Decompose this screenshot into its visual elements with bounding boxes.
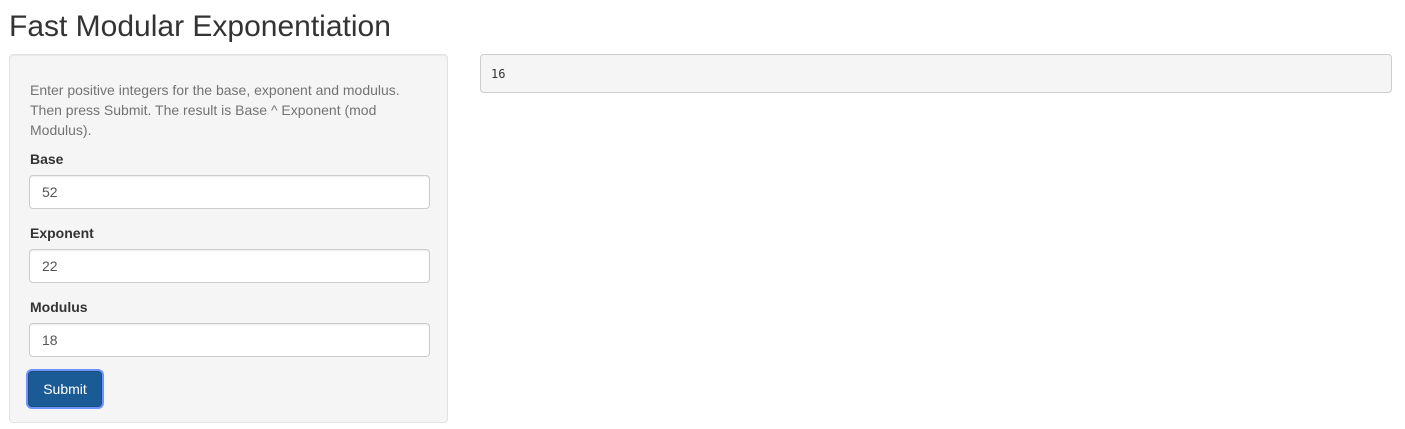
exponent-input[interactable]: [29, 249, 430, 283]
result-output: 16: [480, 54, 1392, 93]
submit-button[interactable]: Submit: [28, 371, 102, 407]
page-title: Fast Modular Exponentiation: [9, 10, 391, 43]
help-text: Enter positive integers for the base, ex…: [30, 82, 400, 138]
base-input[interactable]: [29, 175, 430, 209]
sidebar-panel: Enter positive integers for the base, ex…: [9, 54, 448, 423]
exponent-label: Exponent: [30, 225, 94, 241]
base-label: Base: [30, 151, 64, 167]
modulus-label: Modulus: [30, 299, 88, 315]
modulus-input[interactable]: [29, 323, 430, 357]
